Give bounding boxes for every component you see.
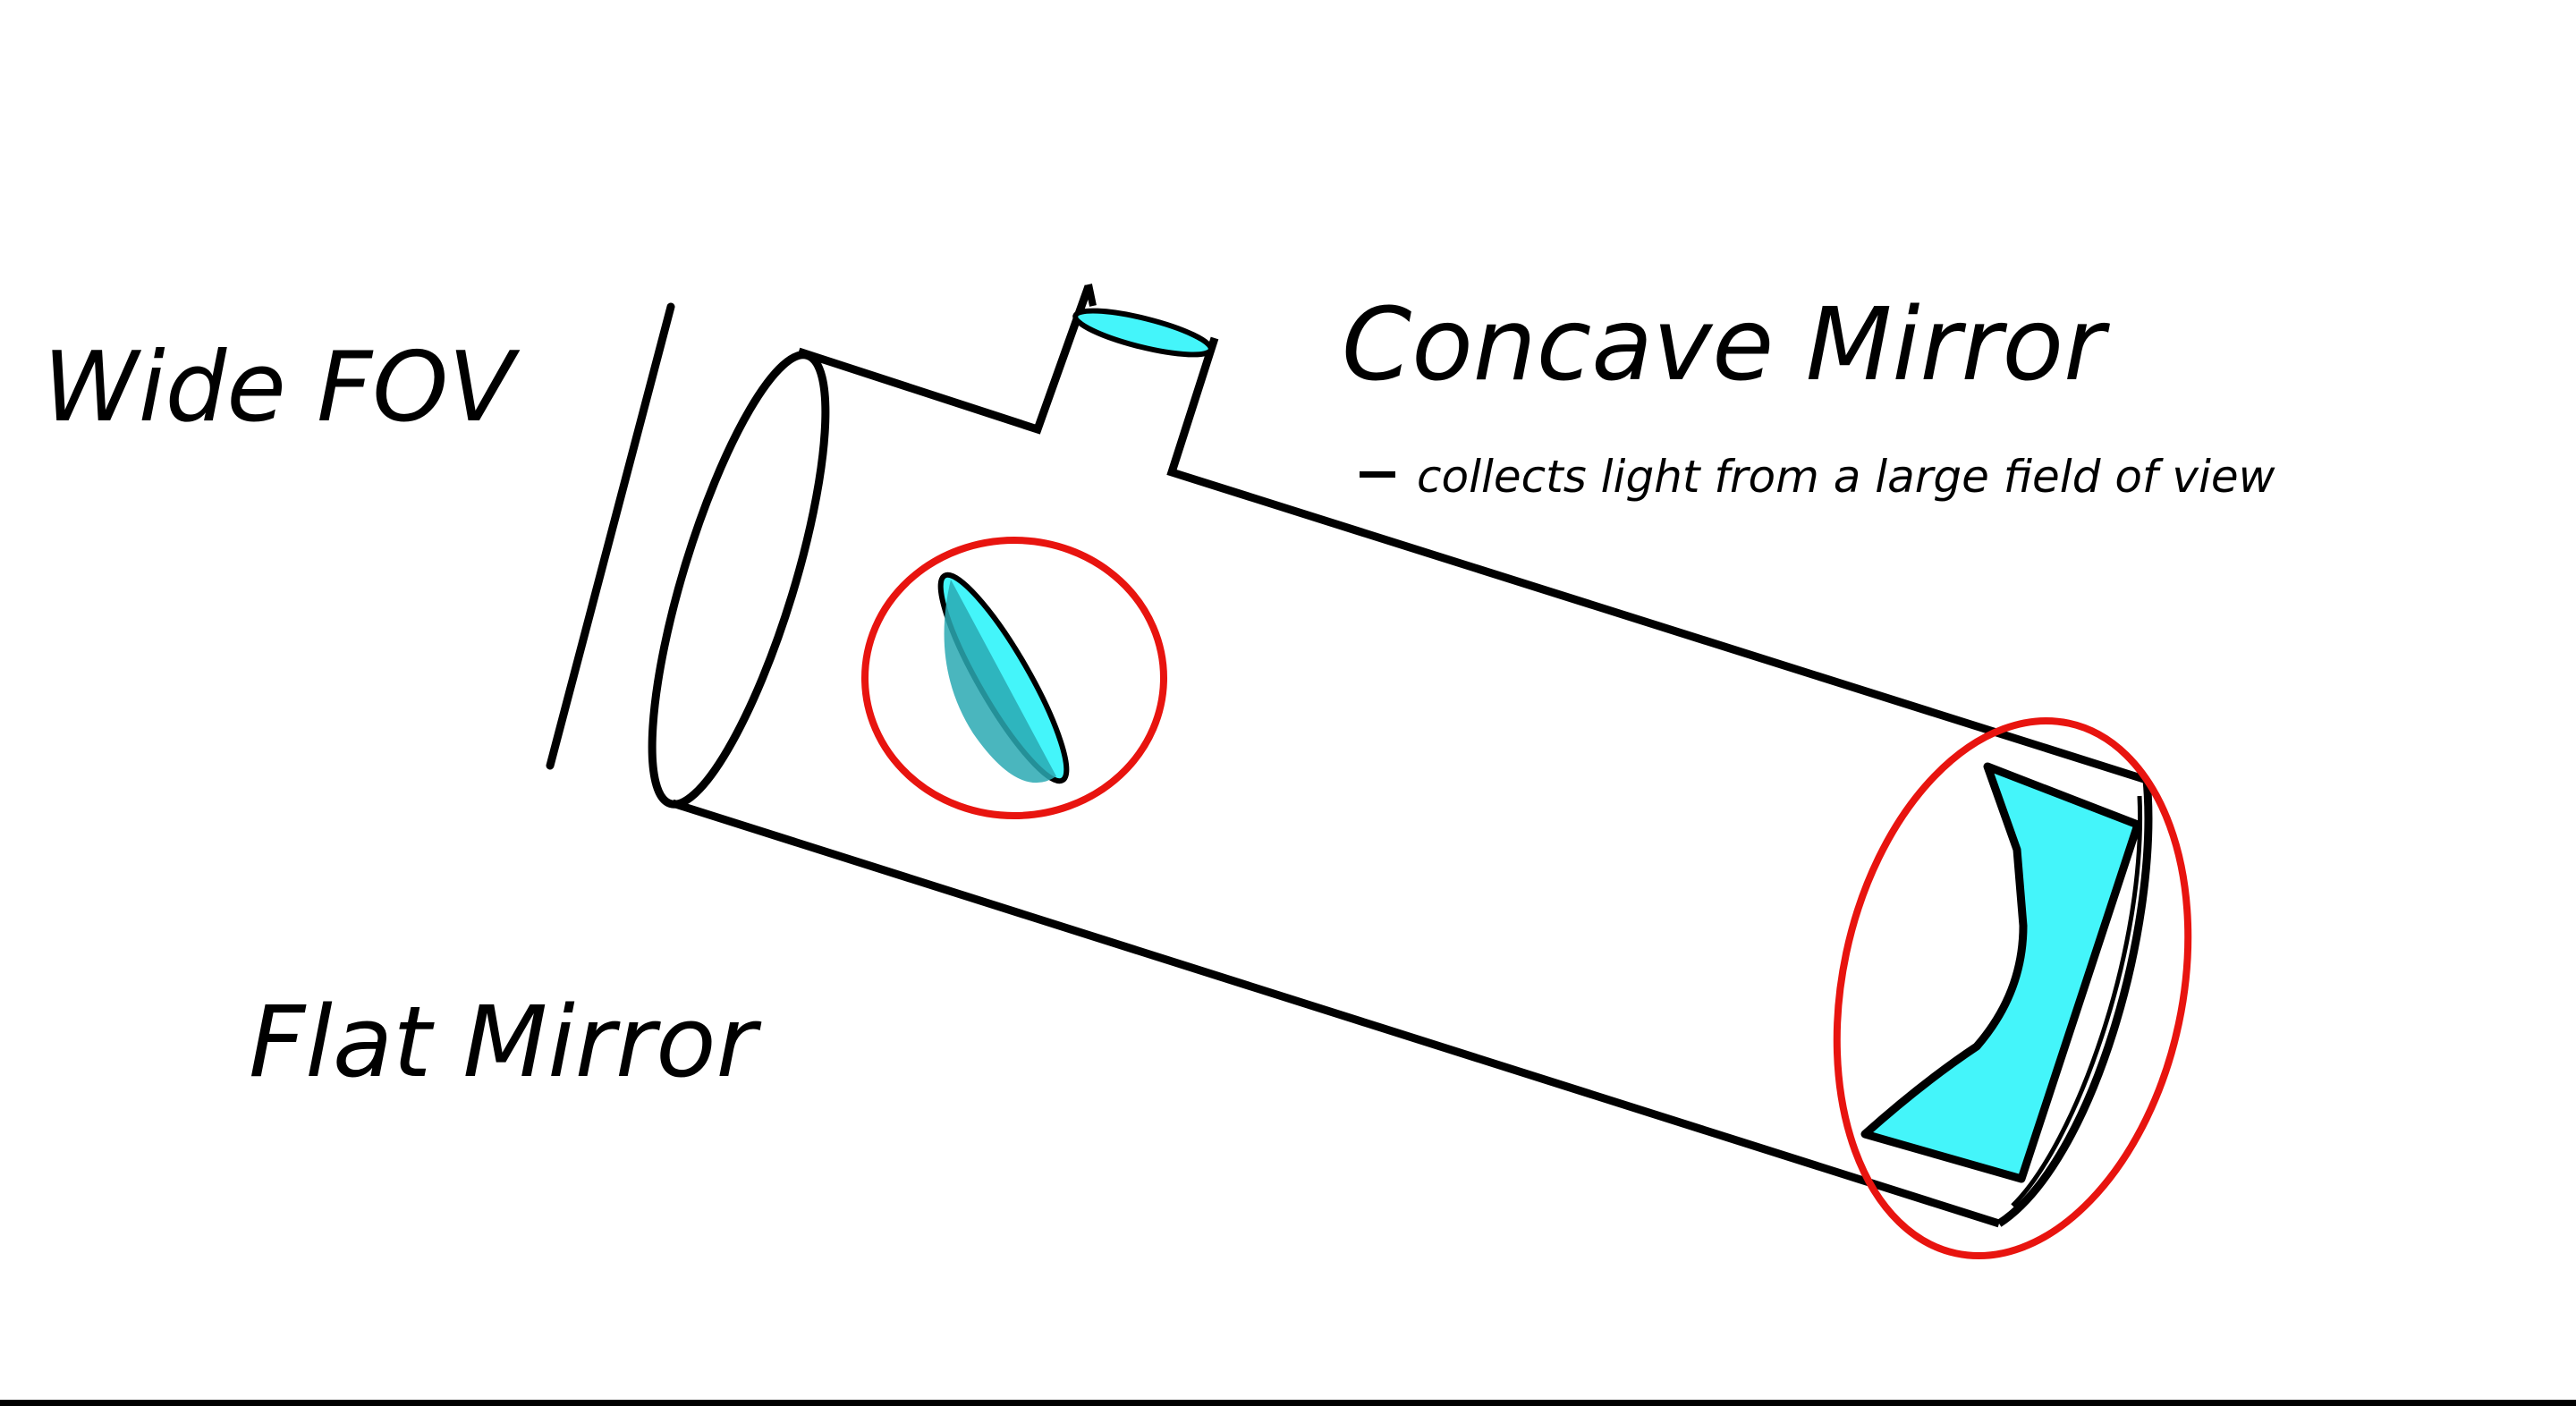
bottom-border <box>0 1400 2576 1406</box>
concave-mirror <box>1860 762 2142 1183</box>
tube-aperture <box>648 351 830 809</box>
eyepiece-edge <box>1085 284 1097 307</box>
telescope-tube-bottom <box>671 799 2001 1228</box>
telescope-diagram <box>546 284 2192 1259</box>
diagram-canvas: Wide FOV Flat Mirror Concave Mirror coll… <box>0 0 2576 1406</box>
concave-mirror-note: collects light from a large field of vie… <box>1360 454 2275 499</box>
concave-mirror-label: Concave Mirror <box>1342 287 2106 403</box>
wide-fov-label: Wide FOV <box>43 332 515 444</box>
eyepiece-lens <box>1072 308 1214 358</box>
bullet-dash <box>1360 471 1395 478</box>
concave-mirror-note-text: collects light from a large field of vie… <box>1417 451 2275 503</box>
flat-mirror-label: Flat Mirror <box>249 985 757 1099</box>
flat-mirror-shade <box>944 580 1056 783</box>
